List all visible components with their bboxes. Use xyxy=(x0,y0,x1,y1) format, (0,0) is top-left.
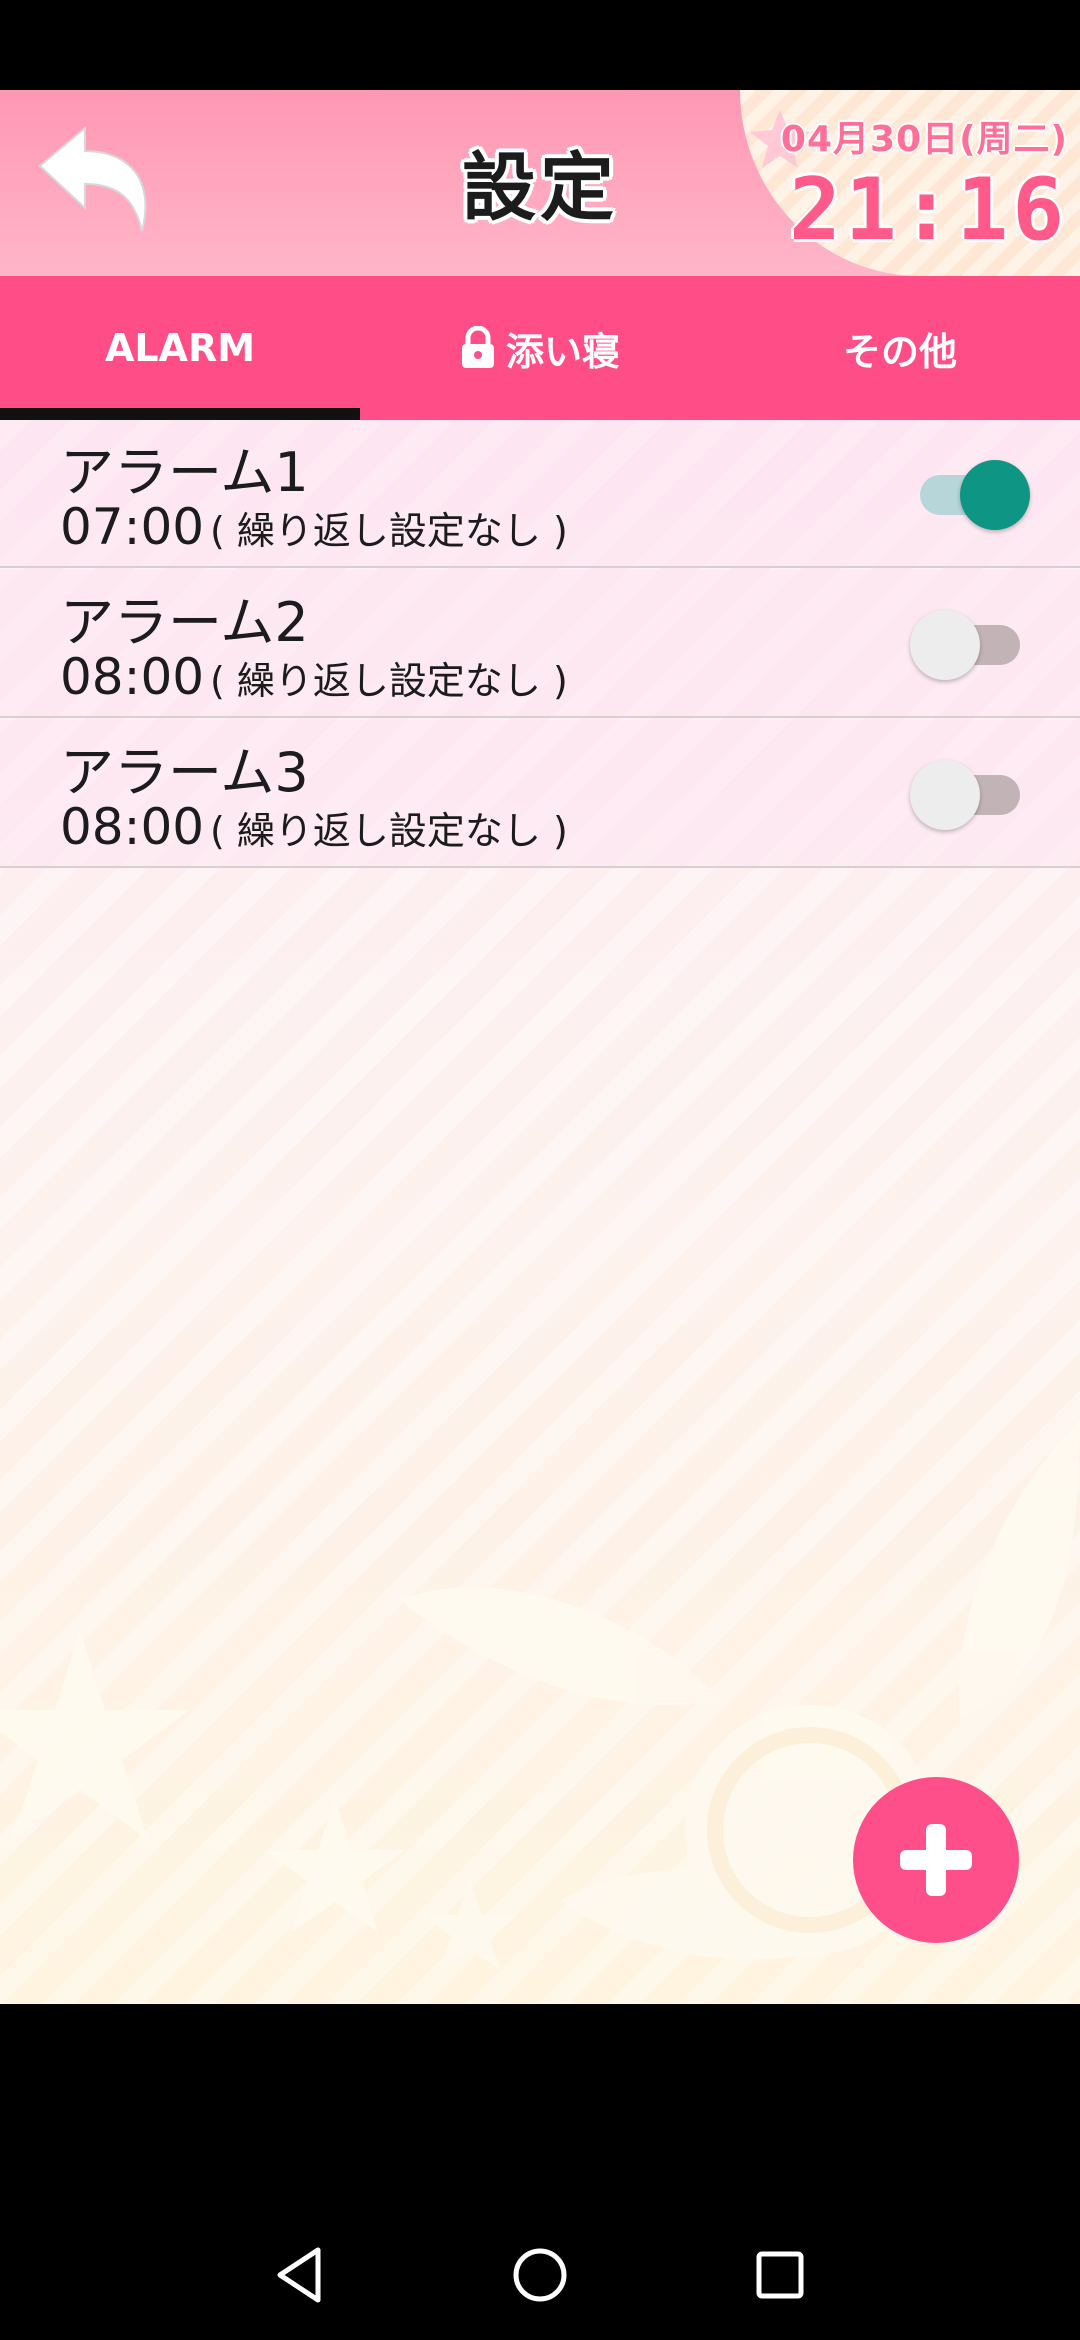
toggle-thumb xyxy=(960,460,1030,530)
alarm-name: アラーム2 xyxy=(60,591,309,654)
tab-alarm[interactable]: ALARM xyxy=(0,276,360,420)
nav-back-button[interactable] xyxy=(266,2240,336,2310)
alarm-name: アラーム1 xyxy=(60,441,309,504)
nav-home-icon xyxy=(513,2248,567,2302)
plus-icon xyxy=(900,1824,972,1896)
alarm-time: 07:00 xyxy=(60,498,205,556)
alarm-row-3[interactable]: アラーム3 08:00 ( 繰り返し設定なし ) xyxy=(0,720,1080,868)
date-display: 04月30日(周二) xyxy=(780,119,1068,160)
alarm-toggle[interactable] xyxy=(910,610,1030,680)
nav-recents-button[interactable] xyxy=(745,2240,815,2310)
alarm-repeat: ( 繰り返し設定なし ) xyxy=(210,659,568,703)
nav-back-icon xyxy=(277,2247,321,2303)
alarm-toggle[interactable] xyxy=(910,760,1030,830)
tab-soine-label: 添い寝 xyxy=(505,329,620,374)
lock-icon xyxy=(461,326,494,368)
alarm-name: アラーム3 xyxy=(60,741,309,804)
nav-recents-icon xyxy=(756,2251,804,2299)
add-alarm-button[interactable] xyxy=(853,1777,1019,1943)
app-header: 設定 04月30日(周二) 21:16 xyxy=(0,90,1080,276)
tab-soine[interactable]: 添い寝 xyxy=(360,276,720,420)
alarm-repeat: ( 繰り返し設定なし ) xyxy=(210,809,568,853)
alarm-toggle[interactable] xyxy=(910,460,1030,530)
clock-display: 21:16 xyxy=(789,160,1068,260)
status-bar xyxy=(0,0,1080,90)
tab-other[interactable]: その他 xyxy=(720,276,1080,420)
tab-bar: ALARM 添い寝 その他 xyxy=(0,276,1080,420)
alarm-time: 08:00 xyxy=(60,648,205,706)
alarm-repeat: ( 繰り返し設定なし ) xyxy=(210,509,568,553)
toggle-thumb xyxy=(910,760,980,830)
alarm-list-area: アラーム1 07:00 ( 繰り返し設定なし ) アラーム2 08:00 ( 繰… xyxy=(0,420,1080,2004)
alarm-time: 08:00 xyxy=(60,798,205,856)
toggle-thumb xyxy=(910,610,980,680)
alarm-row-2[interactable]: アラーム2 08:00 ( 繰り返し設定なし ) xyxy=(0,570,1080,718)
tab-other-label: その他 xyxy=(842,329,957,374)
nav-home-button[interactable] xyxy=(505,2240,575,2310)
tab-alarm-label: ALARM xyxy=(104,326,256,370)
alarm-row-1[interactable]: アラーム1 07:00 ( 繰り返し設定なし ) xyxy=(0,420,1080,568)
